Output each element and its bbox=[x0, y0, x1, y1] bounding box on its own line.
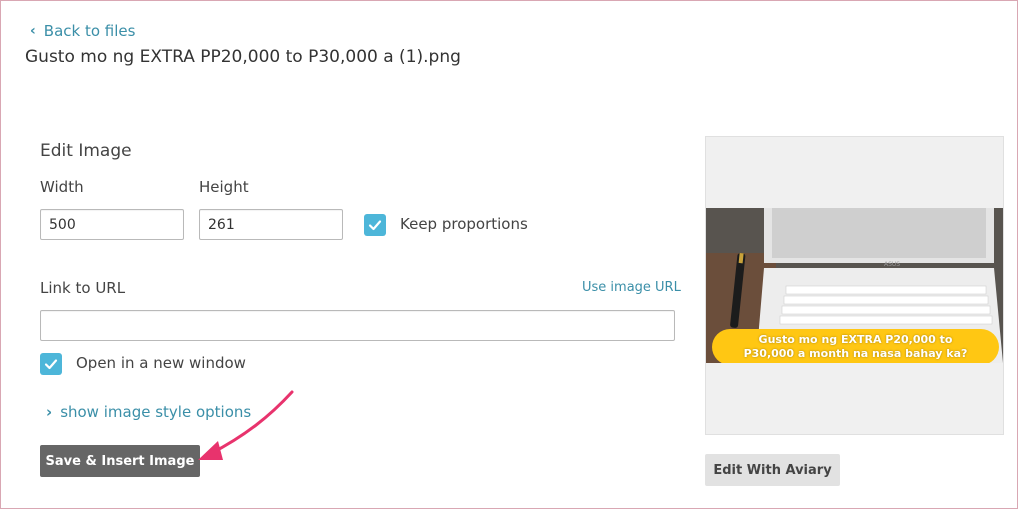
preview-caption: Gusto mo ng EXTRA P20,000 to P30,000 a m… bbox=[712, 329, 999, 363]
chevron-right-icon: › bbox=[46, 403, 53, 421]
open-new-window-checkbox[interactable] bbox=[40, 353, 62, 375]
back-to-files-link[interactable]: ‹ Back to files bbox=[30, 22, 135, 40]
link-url-label: Link to URL bbox=[40, 279, 126, 297]
caption-line-1: Gusto mo ng EXTRA P20,000 to bbox=[758, 333, 953, 346]
link-url-input[interactable] bbox=[40, 310, 675, 341]
keep-proportions-checkbox[interactable] bbox=[364, 214, 386, 236]
image-preview: ASUS Gusto mo ng EXTRA P20,000 to P30,00… bbox=[705, 136, 1004, 435]
laptop-brand: ASUS bbox=[884, 261, 900, 268]
keep-proportions-label: Keep proportions bbox=[400, 215, 528, 233]
checkmark-icon bbox=[368, 220, 382, 231]
caption-line-2: P30,000 a month na nasa bahay ka? bbox=[743, 347, 968, 360]
height-input[interactable] bbox=[199, 209, 343, 240]
open-new-window-label: Open in a new window bbox=[76, 354, 246, 372]
save-insert-button[interactable]: Save & Insert Image bbox=[40, 445, 200, 477]
chevron-left-icon: ‹ bbox=[30, 23, 36, 39]
use-image-url-link[interactable]: Use image URL bbox=[582, 280, 681, 295]
back-link-label: Back to files bbox=[43, 22, 136, 40]
checkmark-icon bbox=[44, 359, 58, 370]
preview-image: ASUS Gusto mo ng EXTRA P20,000 to P30,00… bbox=[706, 208, 1003, 363]
width-label: Width bbox=[40, 178, 84, 196]
file-title: Gusto mo ng EXTRA PP20,000 to P30,000 a … bbox=[25, 47, 461, 67]
edit-with-aviary-button[interactable]: Edit With Aviary bbox=[705, 454, 840, 486]
section-title: Edit Image bbox=[40, 141, 132, 161]
height-label: Height bbox=[199, 178, 249, 196]
width-input[interactable] bbox=[40, 209, 184, 240]
pointer-arrow-icon bbox=[198, 390, 294, 460]
